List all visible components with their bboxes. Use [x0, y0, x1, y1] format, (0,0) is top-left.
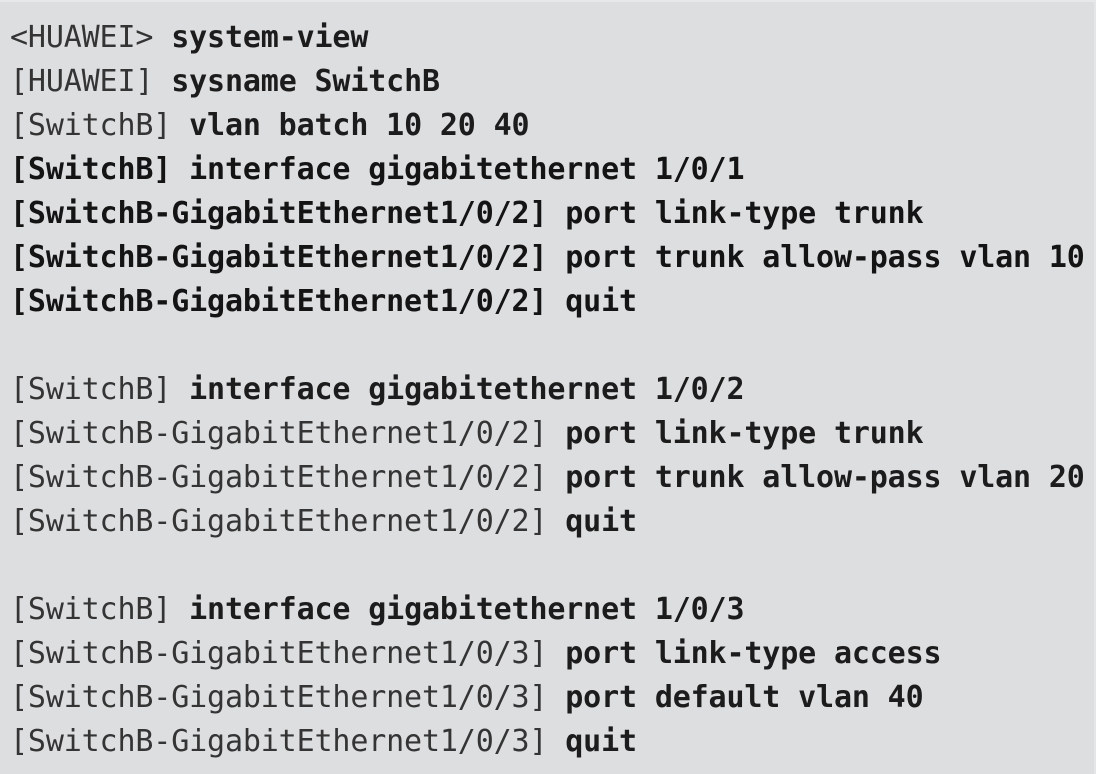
terminal-line: [SwitchB-GigabitEthernet1/0/2] port trun… [10, 236, 1094, 280]
terminal-command: port link-type trunk [565, 416, 924, 451]
terminal-line: [SwitchB-GigabitEthernet1/0/2] port link… [10, 412, 1094, 456]
terminal-line: [SwitchB-GigabitEthernet1/0/2] quit [10, 500, 1094, 544]
terminal-prompt: [SwitchB-GigabitEthernet1/0/2] [10, 284, 566, 319]
terminal-line: <HUAWEI> system-view [10, 16, 1094, 60]
terminal-prompt: [HUAWEI] [10, 64, 172, 99]
terminal-transcript[interactable]: <HUAWEI> system-view [HUAWEI] sysname Swi… [0, 0, 1096, 774]
terminal-line: [SwitchB] vlan batch 10 20 40 [10, 104, 1094, 148]
terminal-line: [SwitchB-GigabitEthernet1/0/2] quit [10, 280, 1094, 324]
terminal-command: port link-type trunk [565, 196, 924, 231]
terminal-prompt: [SwitchB-GigabitEthernet1/0/3] [10, 680, 566, 715]
terminal-line: [SwitchB-GigabitEthernet1/0/3] port link… [10, 632, 1094, 676]
terminal-command: port trunk allow-pass vlan 10 [565, 240, 1085, 275]
terminal-line: [SwitchB] interface gigabitethernet 1/0/… [10, 148, 1094, 192]
terminal-prompt: [SwitchB] [10, 152, 190, 187]
terminal-prompt: [SwitchB-GigabitEthernet1/0/2] [10, 460, 566, 495]
terminal-command: vlan batch 10 20 40 [189, 108, 530, 143]
terminal-line: [SwitchB-GigabitEthernet1/0/2] port trun… [10, 456, 1094, 500]
terminal-prompt: [SwitchB-GigabitEthernet1/0/2] [10, 196, 566, 231]
terminal-command: interface gigabitethernet 1/0/2 [189, 372, 745, 407]
terminal-command: quit [565, 284, 637, 319]
terminal-command: quit [565, 504, 637, 539]
terminal-line: [SwitchB-GigabitEthernet1/0/3] port defa… [10, 676, 1094, 720]
terminal-line: [SwitchB-GigabitEthernet1/0/2] port link… [10, 192, 1094, 236]
terminal-prompt: <HUAWEI> [10, 20, 172, 55]
terminal-command: quit [565, 724, 637, 759]
terminal-command: port default vlan 40 [565, 680, 924, 715]
terminal-command: interface gigabitethernet 1/0/3 [189, 592, 745, 627]
terminal-command: port link-type access [565, 636, 942, 671]
terminal-prompt: [SwitchB-GigabitEthernet1/0/2] [10, 504, 566, 539]
terminal-line: [SwitchB] interface gigabitethernet 1/0/… [10, 588, 1094, 632]
terminal-command: sysname SwitchB [171, 64, 440, 99]
terminal-command: interface gigabitethernet 1/0/1 [189, 152, 745, 187]
terminal-command: port trunk allow-pass vlan 20 [565, 460, 1085, 495]
terminal-command: system-view [171, 20, 369, 55]
terminal-prompt: [SwitchB] [10, 592, 190, 627]
terminal-line: [SwitchB] interface gigabitethernet 1/0/… [10, 368, 1094, 412]
terminal-prompt: [SwitchB-GigabitEthernet1/0/2] [10, 416, 566, 451]
terminal-line: [HUAWEI] sysname SwitchB [10, 60, 1094, 104]
terminal-prompt: [SwitchB] [10, 108, 190, 143]
terminal-prompt: [SwitchB-GigabitEthernet1/0/3] [10, 724, 566, 759]
terminal-prompt: [SwitchB-GigabitEthernet1/0/2] [10, 240, 566, 275]
terminal-line: [SwitchB-GigabitEthernet1/0/3] quit [10, 720, 1094, 764]
terminal-prompt: [SwitchB-GigabitEthernet1/0/3] [10, 636, 566, 671]
terminal-prompt: [SwitchB] [10, 372, 190, 407]
